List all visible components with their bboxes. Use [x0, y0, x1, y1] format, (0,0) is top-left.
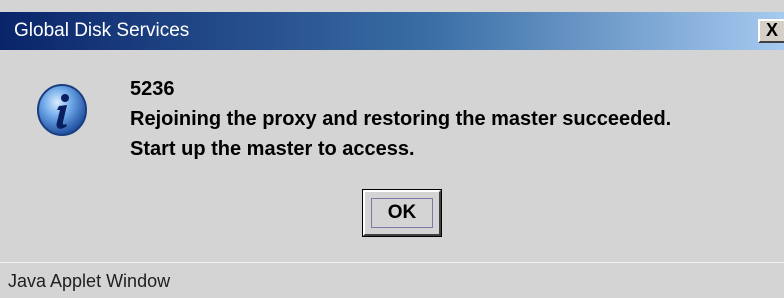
- title-bar[interactable]: Global Disk Services X: [0, 12, 784, 50]
- message-line-1: Rejoining the proxy and restoring the ma…: [130, 108, 672, 130]
- message-code: 5236: [130, 78, 175, 100]
- close-icon: X: [765, 20, 778, 40]
- status-text: Java Applet Window: [8, 271, 171, 291]
- status-bar: Java Applet Window: [0, 262, 784, 298]
- window-title: Global Disk Services: [14, 20, 190, 41]
- ok-button-label: OK: [371, 198, 433, 228]
- message-line-2: Start up the master to access.: [130, 138, 415, 160]
- info-icon: [37, 84, 87, 136]
- dialog-body: 5236 Rejoining the proxy and restoring t…: [0, 50, 784, 258]
- close-button[interactable]: X: [758, 19, 784, 43]
- dialog-window: Global Disk Services X 5236 Rejoining th…: [0, 0, 784, 298]
- ok-button[interactable]: OK: [362, 189, 442, 237]
